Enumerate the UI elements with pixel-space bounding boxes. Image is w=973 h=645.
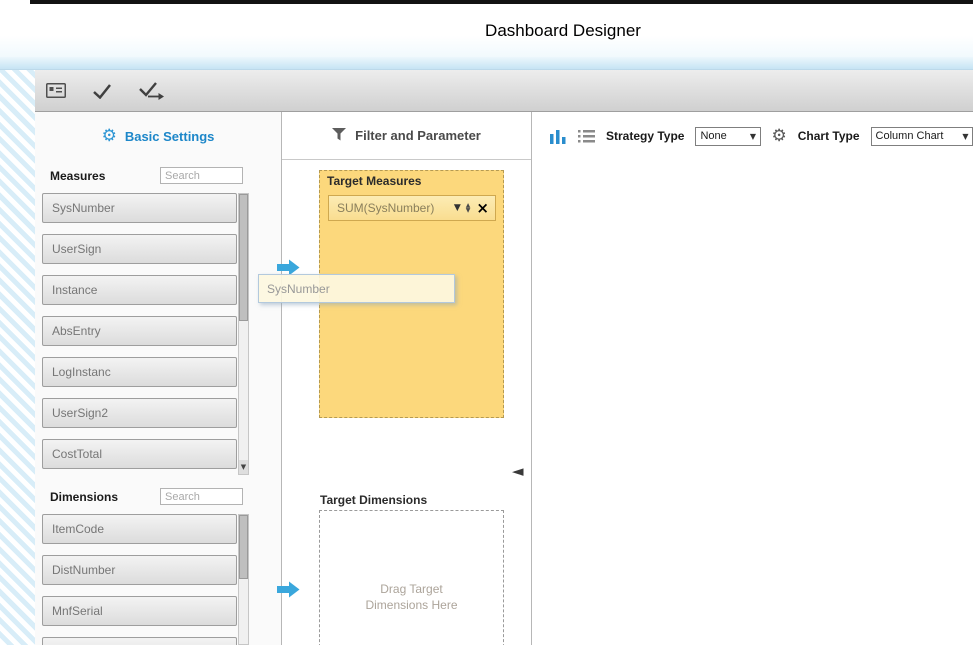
collapse-panel-arrow[interactable]: ◄ (512, 464, 524, 479)
strategy-type-label: Strategy Type (606, 129, 684, 143)
aggregation-dropdown-icon[interactable]: ▼ (454, 203, 461, 213)
header-divider-strip (0, 57, 973, 70)
apply-run-check-arrow-icon[interactable] (138, 81, 165, 100)
dragged-measure-ghost: SysNumber (258, 274, 455, 303)
measure-list-item[interactable]: Instance (42, 275, 237, 305)
scrollbar-thumb[interactable] (239, 194, 248, 321)
dimensions-search-input[interactable] (160, 488, 243, 505)
settings-gear-icon[interactable]: ⚙ (102, 128, 117, 145)
filter-parameter-panel: Filter and Parameter Target Measures SUM… (281, 112, 532, 645)
dimension-list-item[interactable]: ItemCode (42, 514, 237, 544)
measure-list-item[interactable]: AbsEntry (42, 316, 237, 346)
measure-list-item[interactable]: LogInstanc (42, 357, 237, 387)
measure-list-item[interactable]: UserSign (42, 234, 237, 264)
measures-scrollbar[interactable]: ▼ (238, 193, 249, 475)
left-striped-margin (0, 70, 35, 645)
measure-list-item[interactable]: SysNumber (42, 193, 237, 223)
basic-settings-panel: ⚙ Basic Settings Measures SysNumber User… (35, 112, 281, 645)
dimensions-label: Dimensions (50, 490, 118, 504)
target-dimensions-dropzone[interactable]: Drag Target Dimensions Here (319, 510, 504, 645)
measures-label: Measures (50, 169, 105, 183)
target-measure-item[interactable]: SUM(SysNumber) ▼ ▲ ▼ × (328, 195, 496, 221)
dropdown-arrow-icon: ▼ (747, 132, 760, 141)
strategy-settings-gear-icon[interactable]: ⚙ (772, 128, 787, 145)
validate-check-icon[interactable] (92, 83, 112, 99)
measure-list-item[interactable]: UserSign2 (42, 398, 237, 428)
dimensions-scrollbar[interactable] (238, 514, 249, 645)
scrollbar-thumb[interactable] (239, 515, 248, 579)
list-view-icon[interactable] (578, 130, 595, 143)
assign-dimension-arrow-icon (277, 581, 300, 598)
sort-down-icon: ▼ (466, 208, 471, 213)
target-measure-value: SUM(SysNumber) (329, 201, 452, 215)
strategy-type-value: None (696, 130, 746, 142)
dashboard-properties-icon[interactable] (46, 83, 66, 98)
filter-funnel-icon (332, 128, 346, 144)
page-title: Dashboard Designer (485, 21, 641, 41)
target-dimensions-label: Target Dimensions (320, 493, 427, 507)
app-header: Dashboard Designer (0, 4, 973, 57)
remove-measure-icon[interactable]: × (476, 201, 489, 216)
filter-parameter-title: Filter and Parameter (355, 128, 481, 143)
basic-settings-header: ⚙ Basic Settings (35, 112, 281, 160)
dimension-list-item[interactable]: DistNumber (42, 555, 237, 585)
target-dimensions-placeholder: Drag Target Dimensions Here (320, 581, 503, 613)
dragged-measure-label: SysNumber (267, 282, 330, 296)
target-measures-label: Target Measures (327, 174, 421, 188)
measures-search-input[interactable] (160, 167, 243, 184)
scroll-down-button[interactable]: ▼ (239, 460, 248, 474)
bar-chart-view-icon[interactable] (550, 128, 567, 144)
dimension-list-item-partial[interactable] (42, 637, 237, 645)
basic-settings-title: Basic Settings (125, 129, 215, 144)
measures-list: SysNumber UserSign Instance AbsEntry Log… (42, 193, 237, 480)
sort-order-icon[interactable]: ▲ ▼ (466, 203, 471, 213)
chart-type-label: Chart Type (798, 129, 860, 143)
chart-type-value: Column Chart (872, 130, 959, 142)
chart-toolbar: Strategy Type None ▼ ⚙ Chart Type Column… (532, 112, 973, 160)
strategy-type-select[interactable]: None ▼ (695, 127, 760, 146)
chart-preview-panel: Strategy Type None ▼ ⚙ Chart Type Column… (532, 112, 973, 645)
dimensions-list: ItemCode DistNumber MnfSerial (42, 514, 237, 645)
filter-parameter-header[interactable]: Filter and Parameter (282, 112, 531, 160)
dropdown-arrow-icon: ▼ (959, 132, 972, 141)
dashboard-designer-window: Dashboard Designer ⚙ Basic Settings Meas… (0, 0, 973, 645)
measure-list-item[interactable]: CostTotal (42, 439, 237, 469)
dimension-list-item[interactable]: MnfSerial (42, 596, 237, 626)
main-toolbar (35, 70, 973, 112)
chart-type-select[interactable]: Column Chart ▼ (871, 127, 973, 146)
